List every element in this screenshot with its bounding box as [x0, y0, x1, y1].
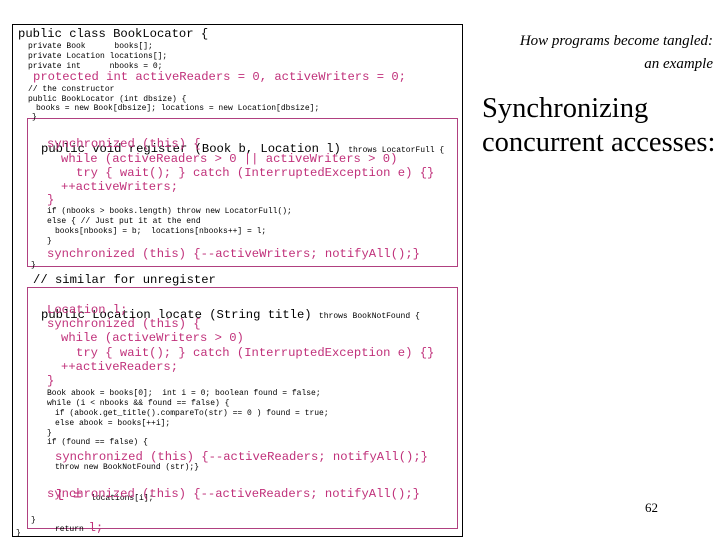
- code-locate-else-next: else abook = books[++i];: [55, 419, 171, 428]
- code-ctor-decl: public BookLocator (int dbsize) {: [28, 95, 187, 104]
- code-unregister-comment: // similar for unregister: [33, 273, 216, 287]
- code-class-close: }: [16, 529, 21, 538]
- code-ctor-close: }: [32, 113, 37, 122]
- code-locate-vars: Book abook = books[0]; int i = 0; boolea…: [47, 389, 321, 398]
- code-register-else-close: }: [47, 237, 52, 246]
- code-locate-if-match: if (abook.get_title().compareTo(str) == …: [55, 409, 329, 418]
- code-locate-return: return l;: [47, 503, 103, 535]
- slide-title-line2: concurrent accesses:: [482, 127, 716, 158]
- page-number: 62: [645, 500, 658, 515]
- code-locate-inc: ++activeReaders;: [61, 360, 179, 374]
- code-locate-while: while (activeWriters > 0): [61, 331, 244, 345]
- code-register-if-full: if (nbooks > books.length) throw new Loc…: [47, 207, 292, 216]
- code-locate-throw: throw new BookNotFound (str);}: [55, 463, 200, 472]
- slide-title-line1: Synchronizing: [482, 93, 649, 124]
- slide-title: Synchronizing concurrent accesses:: [482, 92, 720, 160]
- code-locate-return-kw: return: [55, 525, 89, 534]
- code-locate-close: }: [31, 516, 36, 525]
- code-register-sync-open: synchronized (this) {: [47, 137, 201, 151]
- code-register-try: try { wait(); } catch (InterruptedExcept…: [76, 166, 435, 180]
- code-register-while: while (activeReaders > 0 || activeWriter…: [61, 152, 398, 166]
- code-locate-sync-exit1: synchronized (this) {--activeReaders; no…: [55, 450, 428, 464]
- code-register-sync-close: }: [47, 193, 55, 207]
- slide-subtitle-line2: an example: [644, 56, 713, 72]
- code-ctor-body: books = new Book[dbsize]; locations = ne…: [36, 104, 320, 113]
- code-ctor-comment: // the constructor: [28, 85, 115, 94]
- code-register-sync-exit: synchronized (this) {--activeWriters; no…: [47, 247, 420, 261]
- code-locate-sync-close: }: [47, 374, 55, 388]
- code-locate-sync-open: synchronized (this) {: [47, 317, 201, 331]
- code-register-assign: books[nbooks] = b; locations[nbooks++] =…: [55, 227, 267, 236]
- code-locate-if-notfound: if (found == false) {: [47, 438, 148, 447]
- code-locate-try: try { wait(); } catch (InterruptedExcept…: [76, 346, 435, 360]
- code-register-else: else { // Just put it at the end: [47, 217, 201, 226]
- code-field-books: private Book books[];: [28, 42, 153, 51]
- code-locate-local: Location l;: [47, 303, 128, 317]
- code-field-locations: private Location locations[];: [28, 52, 168, 61]
- code-locate-sync-exit2: synchronized (this) {--activeReaders; no…: [47, 487, 420, 501]
- code-protected-fields: protected int activeReaders = 0, activeW…: [33, 70, 406, 84]
- code-locate-throws: throws BookNotFound {: [318, 312, 420, 321]
- slide-subtitle-line1: How programs become tangled:: [519, 33, 713, 49]
- code-locate-loop-close: }: [47, 429, 52, 438]
- code-locate-return-val: l;: [88, 521, 104, 535]
- code-register-inc: ++activeWriters;: [61, 180, 179, 194]
- code-register-close: }: [31, 261, 36, 270]
- code-class-decl: public class BookLocator {: [18, 27, 209, 41]
- code-locate-loop: while (i < nbooks && found == false) {: [47, 399, 230, 408]
